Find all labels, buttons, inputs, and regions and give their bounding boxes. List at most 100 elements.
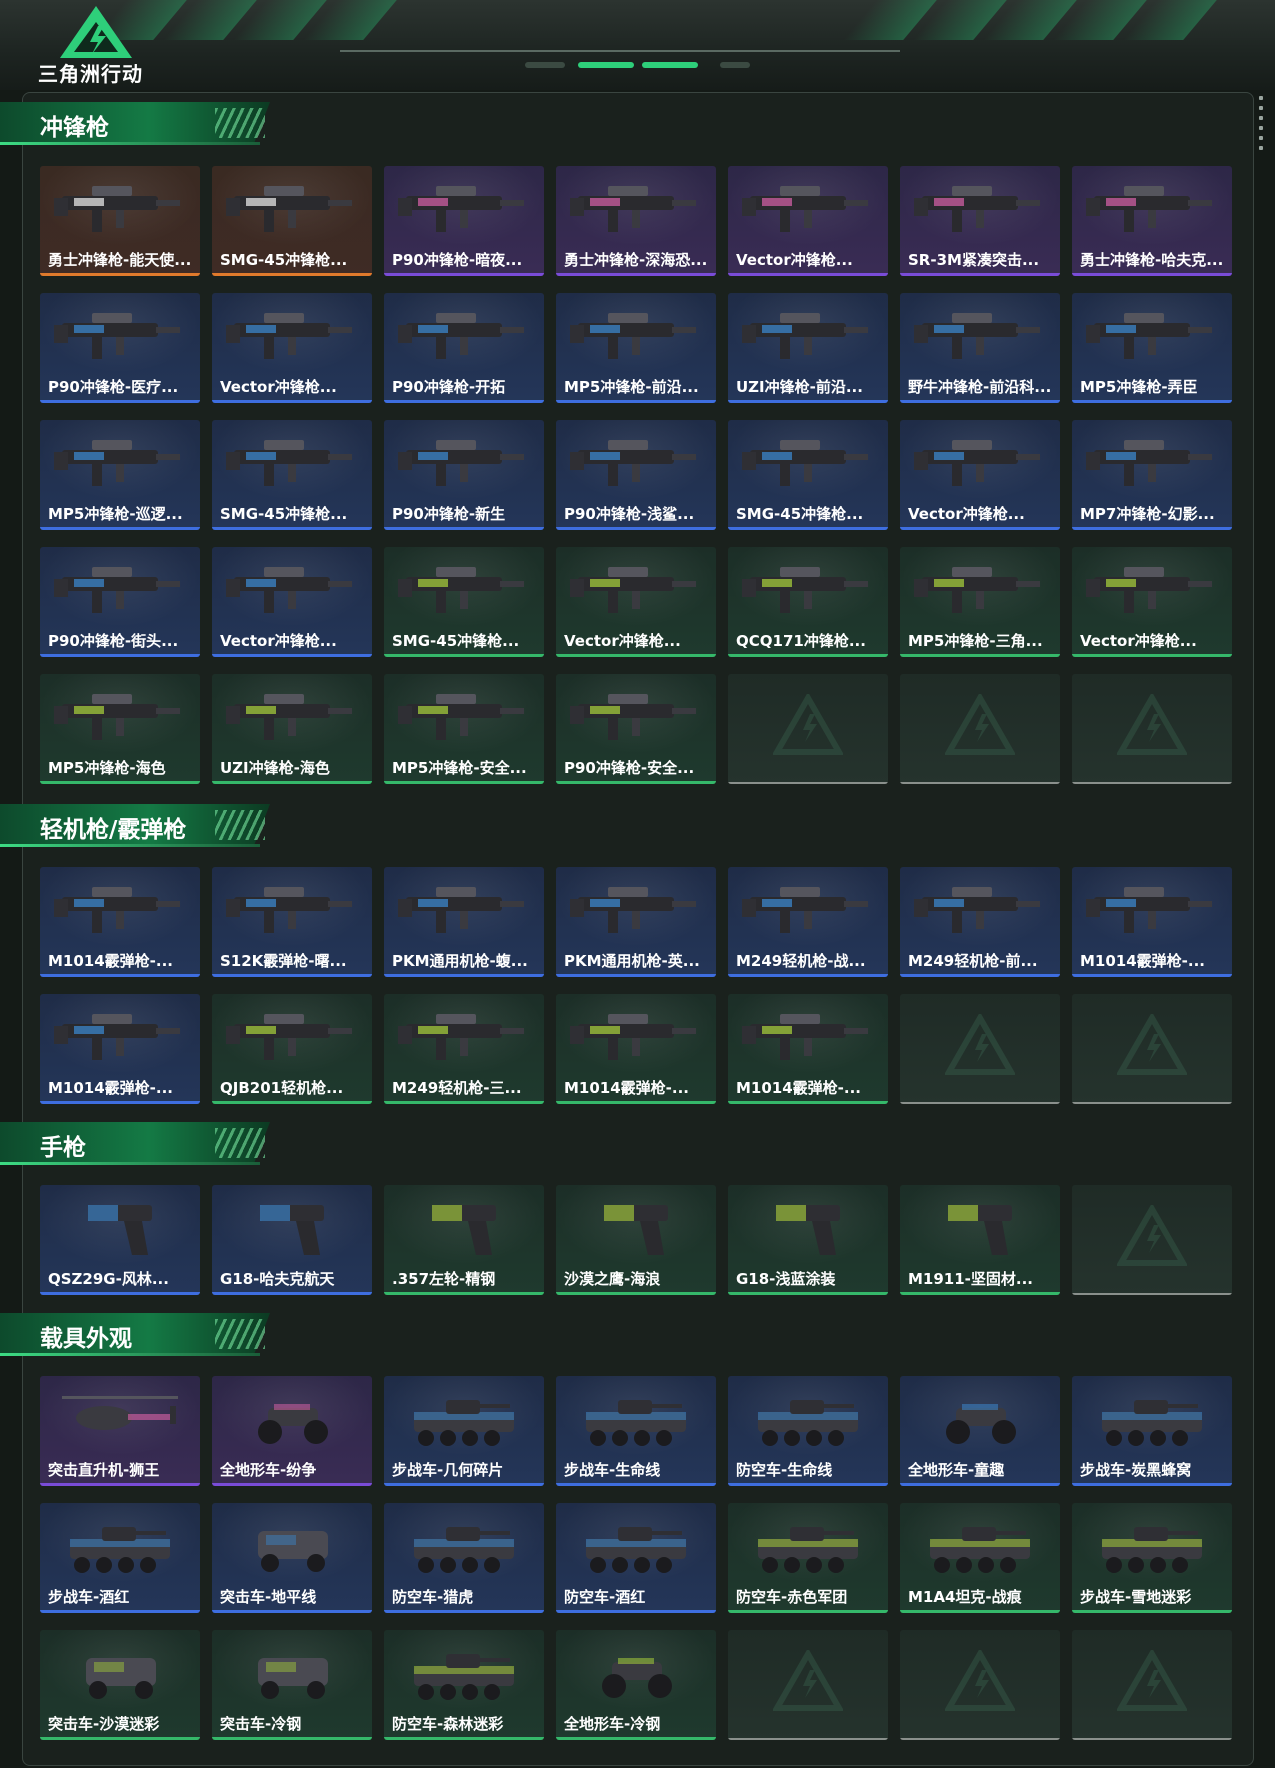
item-label: 防空车-酒红 xyxy=(564,1588,646,1606)
gun-icon xyxy=(570,887,696,933)
gun-icon xyxy=(570,186,696,232)
item-card[interactable]: M1014霰弹枪-... xyxy=(1072,867,1232,977)
item-card[interactable]: MP5冲锋枪-弄臣 xyxy=(1072,293,1232,403)
item-card[interactable]: G18-浅蓝涂装 xyxy=(728,1185,888,1295)
gun-icon xyxy=(54,887,180,933)
item-card[interactable]: 野牛冲锋枪-前沿科... xyxy=(900,293,1060,403)
item-card[interactable]: Vector冲锋枪... xyxy=(556,547,716,657)
item-card[interactable]: G18-哈夫克航天 xyxy=(212,1185,372,1295)
car-icon xyxy=(86,1658,156,1699)
item-card[interactable]: 沙漠之鹰-海浪 xyxy=(556,1185,716,1295)
item-card[interactable]: PKM通用机枪-蝮... xyxy=(384,867,544,977)
item-card[interactable]: 步战车-炭黑蜂窝 xyxy=(1072,1376,1232,1486)
item-card[interactable]: 突击直升机-狮王 xyxy=(40,1376,200,1486)
item-card[interactable]: UZI冲锋枪-前沿... xyxy=(728,293,888,403)
item-card[interactable]: P90冲锋枪-暗夜... xyxy=(384,166,544,276)
item-card[interactable]: 防空车-酒红 xyxy=(556,1503,716,1613)
item-card[interactable]: QJB201轻机枪... xyxy=(212,994,372,1104)
item-card[interactable]: M1014霰弹枪-... xyxy=(728,994,888,1104)
item-card[interactable]: P90冲锋枪-开拓 xyxy=(384,293,544,403)
item-card[interactable]: Vector冲锋枪... xyxy=(212,293,372,403)
item-card[interactable]: M249轻机枪-三... xyxy=(384,994,544,1104)
item-card[interactable]: SR-3M紧凑突击... xyxy=(900,166,1060,276)
item-card[interactable]: M1A4坦克-战痕 xyxy=(900,1503,1060,1613)
item-card[interactable]: 全地形车-冷钢 xyxy=(556,1630,716,1740)
rarity-bar xyxy=(728,1483,888,1486)
item-card[interactable]: MP5冲锋枪-三角... xyxy=(900,547,1060,657)
item-card[interactable]: SMG-45冲锋枪... xyxy=(384,547,544,657)
item-card[interactable]: SMG-45冲锋枪... xyxy=(212,166,372,276)
item-card[interactable]: 突击车-沙漠迷彩 xyxy=(40,1630,200,1740)
empty-slot xyxy=(1072,1630,1232,1740)
item-card[interactable]: 防空车-森林迷彩 xyxy=(384,1630,544,1740)
rarity-bar xyxy=(1072,1483,1232,1486)
item-card[interactable]: S12K霰弹枪-曙... xyxy=(212,867,372,977)
rarity-bar xyxy=(40,273,200,276)
item-card[interactable]: 防空车-猎虎 xyxy=(384,1503,544,1613)
pistol-icon xyxy=(776,1205,840,1255)
rarity-bar xyxy=(556,527,716,530)
gun-icon xyxy=(226,186,352,232)
item-card[interactable]: Vector冲锋枪... xyxy=(900,420,1060,530)
gun-icon xyxy=(226,567,352,613)
delta-placeholder-icon xyxy=(1117,1205,1187,1266)
item-card[interactable]: M1014霰弹枪-... xyxy=(40,994,200,1104)
item-card[interactable]: .357左轮-精钢 xyxy=(384,1185,544,1295)
item-label: P90冲锋枪-暗夜... xyxy=(392,251,523,269)
item-card[interactable]: MP5冲锋枪-海色 xyxy=(40,674,200,784)
item-label: 勇士冲锋枪-深海恐... xyxy=(564,251,708,269)
rarity-bar xyxy=(1072,527,1232,530)
banner-indicator xyxy=(720,62,750,68)
item-card[interactable]: 步战车-酒红 xyxy=(40,1503,200,1613)
item-card[interactable]: 突击车-地平线 xyxy=(212,1503,372,1613)
item-card[interactable]: MP5冲锋枪-前沿... xyxy=(556,293,716,403)
item-card[interactable]: 防空车-赤色军团 xyxy=(728,1503,888,1613)
item-card[interactable]: P90冲锋枪-医疗... xyxy=(40,293,200,403)
item-card[interactable]: 全地形车-童趣 xyxy=(900,1376,1060,1486)
rarity-bar xyxy=(212,400,372,403)
item-label: G18-哈夫克航天 xyxy=(220,1270,335,1288)
item-card[interactable]: MP5冲锋枪-安全... xyxy=(384,674,544,784)
pistol-icon xyxy=(260,1205,324,1255)
item-card[interactable]: 防空车-生命线 xyxy=(728,1376,888,1486)
section-header: 载具外观 xyxy=(0,1313,280,1356)
item-card[interactable]: QSZ29G-风林... xyxy=(40,1185,200,1295)
item-card[interactable]: P90冲锋枪-街头... xyxy=(40,547,200,657)
item-card[interactable]: 步战车-雪地迷彩 xyxy=(1072,1503,1232,1613)
item-card[interactable]: SMG-45冲锋枪... xyxy=(728,420,888,530)
item-label: 全地形车-冷钢 xyxy=(564,1715,661,1733)
item-card[interactable]: MP7冲锋枪-幻影... xyxy=(1072,420,1232,530)
item-card[interactable]: M249轻机枪-战... xyxy=(728,867,888,977)
item-card[interactable]: M1911-坚固材... xyxy=(900,1185,1060,1295)
rarity-bar xyxy=(212,527,372,530)
item-card[interactable]: 突击车-冷钢 xyxy=(212,1630,372,1740)
item-card[interactable]: P90冲锋枪-安全... xyxy=(556,674,716,784)
item-label: 突击车-冷钢 xyxy=(220,1715,302,1733)
item-card[interactable]: Vector冲锋枪... xyxy=(728,166,888,276)
rarity-bar xyxy=(728,654,888,657)
item-card[interactable]: PKM通用机枪-英... xyxy=(556,867,716,977)
item-card[interactable]: M1014霰弹枪-... xyxy=(556,994,716,1104)
item-label: MP5冲锋枪-巡逻... xyxy=(48,505,183,523)
item-card[interactable]: 全地形车-纷争 xyxy=(212,1376,372,1486)
empty-slot xyxy=(1072,994,1232,1104)
item-card[interactable]: P90冲锋枪-浅鲨... xyxy=(556,420,716,530)
item-card[interactable]: M249轻机枪-前... xyxy=(900,867,1060,977)
item-card[interactable]: Vector冲锋枪... xyxy=(1072,547,1232,657)
scroll-handle[interactable] xyxy=(1259,96,1263,152)
item-card[interactable]: 步战车-生命线 xyxy=(556,1376,716,1486)
item-card[interactable]: SMG-45冲锋枪... xyxy=(212,420,372,530)
item-card[interactable]: 勇士冲锋枪-深海恐... xyxy=(556,166,716,276)
item-card[interactable]: Vector冲锋枪... xyxy=(212,547,372,657)
item-card[interactable]: MP5冲锋枪-巡逻... xyxy=(40,420,200,530)
gun-icon xyxy=(914,887,1040,933)
item-card[interactable]: UZI冲锋枪-海色 xyxy=(212,674,372,784)
item-card[interactable]: 步战车-几何碎片 xyxy=(384,1376,544,1486)
item-label: M1A4坦克-战痕 xyxy=(908,1588,1022,1606)
item-card[interactable]: 勇士冲锋枪-能天使... xyxy=(40,166,200,276)
tank-icon xyxy=(414,1527,514,1573)
item-card[interactable]: 勇士冲锋枪-哈夫克... xyxy=(1072,166,1232,276)
item-card[interactable]: QCQ171冲锋枪... xyxy=(728,547,888,657)
item-card[interactable]: P90冲锋枪-新生 xyxy=(384,420,544,530)
item-card[interactable]: M1014霰弹枪-... xyxy=(40,867,200,977)
